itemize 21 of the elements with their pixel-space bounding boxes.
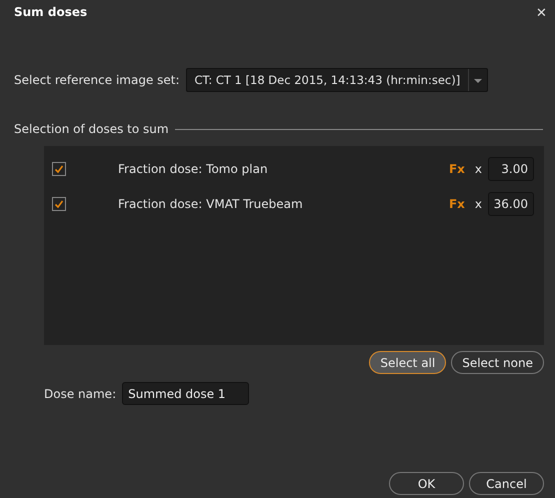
close-button[interactable]: ✕ bbox=[534, 4, 549, 20]
fraction-count-field[interactable]: 3.00 bbox=[488, 157, 534, 181]
fraction-count-field[interactable]: 36.00 bbox=[488, 192, 534, 216]
dose-name-field[interactable]: Summed dose 1 bbox=[122, 382, 250, 405]
dose-checkbox[interactable] bbox=[52, 162, 66, 176]
dose-name-label: Dose name: bbox=[44, 386, 116, 400]
section-title: Selection of doses to sum bbox=[14, 122, 169, 136]
fx-label: Fx bbox=[448, 162, 465, 176]
dose-name: Fraction dose: Tomo plan bbox=[118, 162, 269, 176]
dialog-button[interactable]: OK bbox=[389, 472, 464, 495]
reference-dropdown[interactable]: CT: CT 1 [18 Dec 2015, 14:13:43 (hr:min:sec)] bbox=[186, 68, 488, 92]
dialog-button[interactable]: Cancel bbox=[469, 472, 544, 495]
window-title: Sum doses bbox=[14, 5, 88, 19]
times-label: x bbox=[474, 162, 482, 176]
selection-button[interactable]: Select all bbox=[369, 351, 446, 374]
selection-button[interactable]: Select none bbox=[451, 351, 544, 374]
times-label: x bbox=[474, 197, 482, 211]
dose-name: Fraction dose: VMAT Truebeam bbox=[118, 197, 304, 211]
fx-label: Fx bbox=[448, 197, 465, 211]
reference-label: Select reference image set: bbox=[14, 73, 180, 87]
dose-checkbox[interactable] bbox=[52, 197, 66, 211]
